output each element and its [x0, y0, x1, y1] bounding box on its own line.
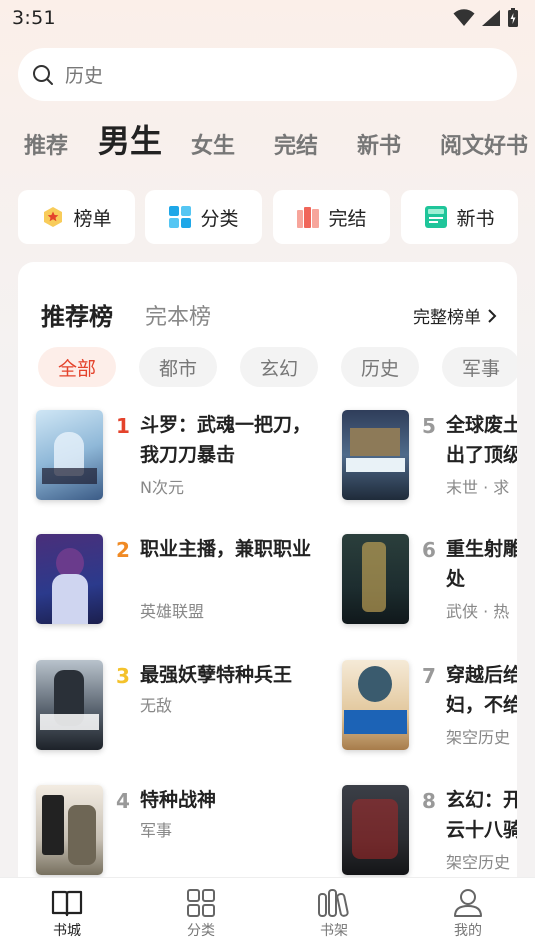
- book-cover: [342, 410, 409, 500]
- book-cover: [36, 785, 103, 875]
- book-cover: [36, 534, 103, 624]
- status-icons: [453, 8, 519, 28]
- book-cover: [36, 410, 103, 500]
- rank-number: 3: [116, 664, 130, 688]
- ranking-card: 推荐榜 完本榜 完整榜单 全部 都市 玄幻 历史 军事 1 斗罗：武魂一把刀，我…: [18, 262, 517, 902]
- book-item[interactable]: 6 重生射雕处 武侠 · 热: [342, 534, 517, 626]
- book-title: 斗罗：武魂一把刀，我刀刀暴击: [140, 414, 312, 466]
- nav-label: 书架: [320, 923, 348, 939]
- rank-number: 2: [116, 538, 130, 562]
- book-stack-icon: [297, 207, 320, 228]
- book-item[interactable]: 4 特种战神 军事: [36, 785, 326, 877]
- book-title: 特种战神: [140, 789, 217, 811]
- bookshelf-icon: [318, 889, 349, 917]
- shortcut-label: 分类: [200, 207, 239, 230]
- chip-all[interactable]: 全部: [38, 347, 116, 387]
- rank-number: 1: [116, 414, 130, 438]
- chip-history[interactable]: 历史: [341, 347, 419, 387]
- book-title: 穿越后给妇，不给: [446, 664, 517, 716]
- channel-tabs: 推荐 男生 女生 完结 新书 阅文好书: [0, 118, 535, 168]
- tab-new[interactable]: 新书: [357, 128, 401, 160]
- person-icon: [454, 889, 482, 917]
- book-item[interactable]: 5 全球废土出了顶级 末世 · 求: [342, 410, 517, 502]
- nav-profile[interactable]: 我的: [428, 888, 508, 940]
- search-bar[interactable]: 历史: [18, 48, 517, 101]
- book-tag: 英雄联盟: [140, 602, 205, 621]
- open-book-icon: [51, 890, 83, 917]
- search-placeholder: 历史: [65, 65, 104, 87]
- tab-finished[interactable]: 完结: [274, 128, 318, 160]
- rank-number: 8: [422, 789, 436, 813]
- book-tag: 架空历史: [446, 853, 511, 872]
- cellular-signal-icon: [482, 10, 500, 26]
- shortcut-rankings[interactable]: 榜单: [18, 190, 135, 244]
- book-tag: 末世 · 求: [446, 478, 510, 497]
- book-title: 玄幻：开云十八骑: [446, 789, 517, 841]
- book-title: 重生射雕处: [446, 538, 517, 590]
- book-tag: 无敌: [140, 696, 173, 715]
- rank-number: 7: [422, 664, 436, 688]
- book-item[interactable]: 7 穿越后给妇，不给 架空历史: [342, 660, 517, 752]
- new-doc-icon: [425, 206, 448, 228]
- book-title: 最强妖孽特种兵王: [140, 664, 293, 686]
- book-cover: [342, 785, 409, 875]
- nav-categories[interactable]: 分类: [161, 888, 241, 940]
- book-tag: 武侠 · 热: [446, 602, 510, 621]
- rank-number: 5: [422, 414, 436, 438]
- book-title: 职业主播，兼职职业: [140, 538, 312, 560]
- full-ranking-link[interactable]: 完整榜单: [413, 303, 497, 328]
- book-item[interactable]: 2 职业主播，兼职职业 英雄联盟: [36, 534, 326, 626]
- book-title: 全球废土出了顶级: [446, 414, 517, 466]
- shortcut-finished[interactable]: 完结: [273, 190, 390, 244]
- full-ranking-label: 完整榜单: [413, 308, 481, 328]
- tab-yuewen-good-books[interactable]: 阅文好书: [440, 128, 528, 160]
- chip-military[interactable]: 军事: [442, 347, 517, 387]
- nav-bookshelf[interactable]: 书架: [294, 888, 374, 940]
- shortcut-categories[interactable]: 分类: [145, 190, 262, 244]
- tab-label: 推荐榜: [41, 303, 113, 331]
- status-bar: 3:51: [0, 0, 535, 36]
- shortcut-new-books[interactable]: 新书: [401, 190, 518, 244]
- book-tag: 军事: [140, 821, 173, 840]
- chip-urban[interactable]: 都市: [139, 347, 217, 387]
- bottom-navigation: 书城 分类 书架 我的: [0, 877, 535, 951]
- shortcut-label: 新书: [456, 207, 495, 230]
- rank-number: 4: [116, 789, 130, 813]
- tab-recommend-rank[interactable]: 推荐榜: [41, 297, 113, 332]
- nav-label: 我的: [454, 923, 482, 939]
- grid-squares-icon: [187, 889, 215, 917]
- grid-icon: [169, 206, 192, 228]
- nav-label: 分类: [187, 923, 215, 939]
- book-item[interactable]: 8 玄幻：开云十八骑 架空历史: [342, 785, 517, 877]
- nav-label: 书城: [53, 923, 81, 939]
- chip-fantasy[interactable]: 玄幻: [240, 347, 318, 387]
- tab-recommend[interactable]: 推荐: [24, 128, 68, 160]
- book-tag: 架空历史: [446, 728, 511, 747]
- tab-finished-rank[interactable]: 完本榜: [145, 299, 211, 331]
- nav-bookstore[interactable]: 书城: [27, 888, 107, 940]
- search-icon: [33, 64, 53, 85]
- shortcut-label: 完结: [328, 207, 367, 230]
- book-item[interactable]: 1 斗罗：武魂一把刀，我刀刀暴击 N次元: [36, 410, 326, 502]
- status-time: 3:51: [12, 7, 56, 29]
- filter-chips: 全部 都市 玄幻 历史 军事: [18, 347, 517, 387]
- chevron-right-icon: [488, 308, 497, 323]
- rank-number: 6: [422, 538, 436, 562]
- crown-badge-icon: [44, 207, 63, 227]
- book-cover: [36, 660, 103, 750]
- battery-icon: [508, 8, 518, 27]
- wifi-icon: [453, 9, 475, 26]
- book-tag: N次元: [140, 478, 184, 497]
- tab-male[interactable]: 男生: [98, 118, 162, 162]
- book-cover: [342, 660, 409, 750]
- tab-female[interactable]: 女生: [191, 128, 235, 160]
- shortcut-row: 榜单 分类 完结 新书: [0, 190, 535, 244]
- shortcut-label: 榜单: [73, 207, 112, 230]
- book-cover: [342, 534, 409, 624]
- book-item[interactable]: 3 最强妖孽特种兵王 无敌: [36, 660, 326, 752]
